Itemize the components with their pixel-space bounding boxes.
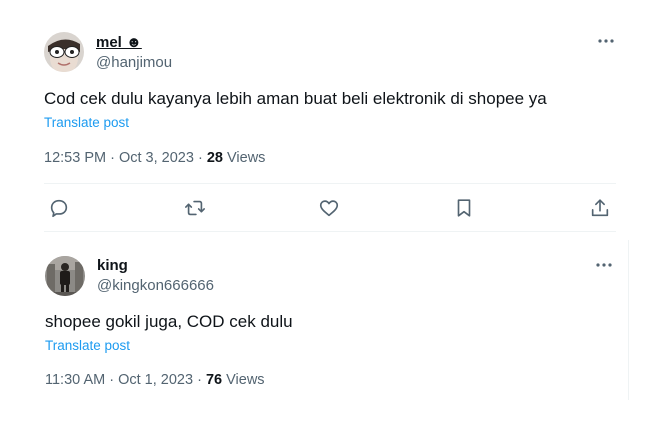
- separator: ·: [197, 372, 206, 388]
- like-icon: [319, 200, 339, 217]
- share-button[interactable]: [585, 193, 615, 223]
- display-name[interactable]: king: [97, 257, 128, 275]
- views-count: 76: [205, 372, 223, 388]
- translate-post-link[interactable]: Translate post: [45, 338, 130, 354]
- retweet-icon: [185, 200, 205, 216]
- translate-post-link[interactable]: Translate post: [44, 115, 129, 131]
- avatar[interactable]: [44, 32, 84, 72]
- like-button[interactable]: [314, 193, 344, 223]
- post-time[interactable]: 11:30 AM: [45, 372, 105, 388]
- bookmark-button[interactable]: [449, 193, 479, 223]
- post-date[interactable]: Oct 3, 2023: [119, 150, 194, 166]
- reply-icon: [50, 199, 68, 218]
- post-date[interactable]: Oct 1, 2023: [118, 372, 193, 388]
- main-post: mel ☻ @hanjimou Cod cek dulu kayanya leb…: [0, 0, 668, 240]
- display-name[interactable]: mel ☻: [96, 34, 142, 52]
- reply-button[interactable]: [44, 193, 74, 223]
- user-handle[interactable]: @hanjimou: [96, 54, 172, 72]
- column-border: [628, 240, 629, 400]
- post-thread: mel ☻ @hanjimou Cod cek dulu kayanya leb…: [0, 0, 668, 427]
- separator: ·: [110, 150, 119, 166]
- more-options-button[interactable]: [594, 255, 614, 275]
- separator: ·: [197, 150, 207, 166]
- user-handle[interactable]: @kingkon666666: [97, 277, 214, 295]
- views-count: 28: [206, 150, 223, 166]
- more-options-button[interactable]: [596, 31, 616, 51]
- separator: ·: [109, 372, 119, 388]
- share-icon: [591, 199, 609, 217]
- views-label: Views: [226, 372, 265, 388]
- divider: [44, 231, 616, 232]
- post-meta: 12:53 PM · Oct 3, 2023 · 28 Views: [44, 149, 265, 167]
- retweet-button[interactable]: [180, 193, 210, 223]
- post-time[interactable]: 12:53 PM: [44, 150, 106, 166]
- divider: [44, 183, 616, 184]
- post-meta: 11:30 AM · Oct 1, 2023 · 76 Views: [45, 371, 265, 389]
- views-label: Views: [227, 150, 266, 166]
- more-icon: [598, 39, 614, 43]
- action-bar: [44, 193, 616, 223]
- avatar[interactable]: [45, 256, 85, 296]
- post-text: Cod cek dulu kayanya lebih aman buat bel…: [44, 89, 547, 108]
- post-text: shopee gokil juga, COD cek dulu: [45, 312, 293, 331]
- more-icon: [596, 263, 612, 267]
- bookmark-icon: [457, 199, 471, 217]
- reply-post: king @kingkon666666 shopee gokil juga, C…: [0, 240, 668, 410]
